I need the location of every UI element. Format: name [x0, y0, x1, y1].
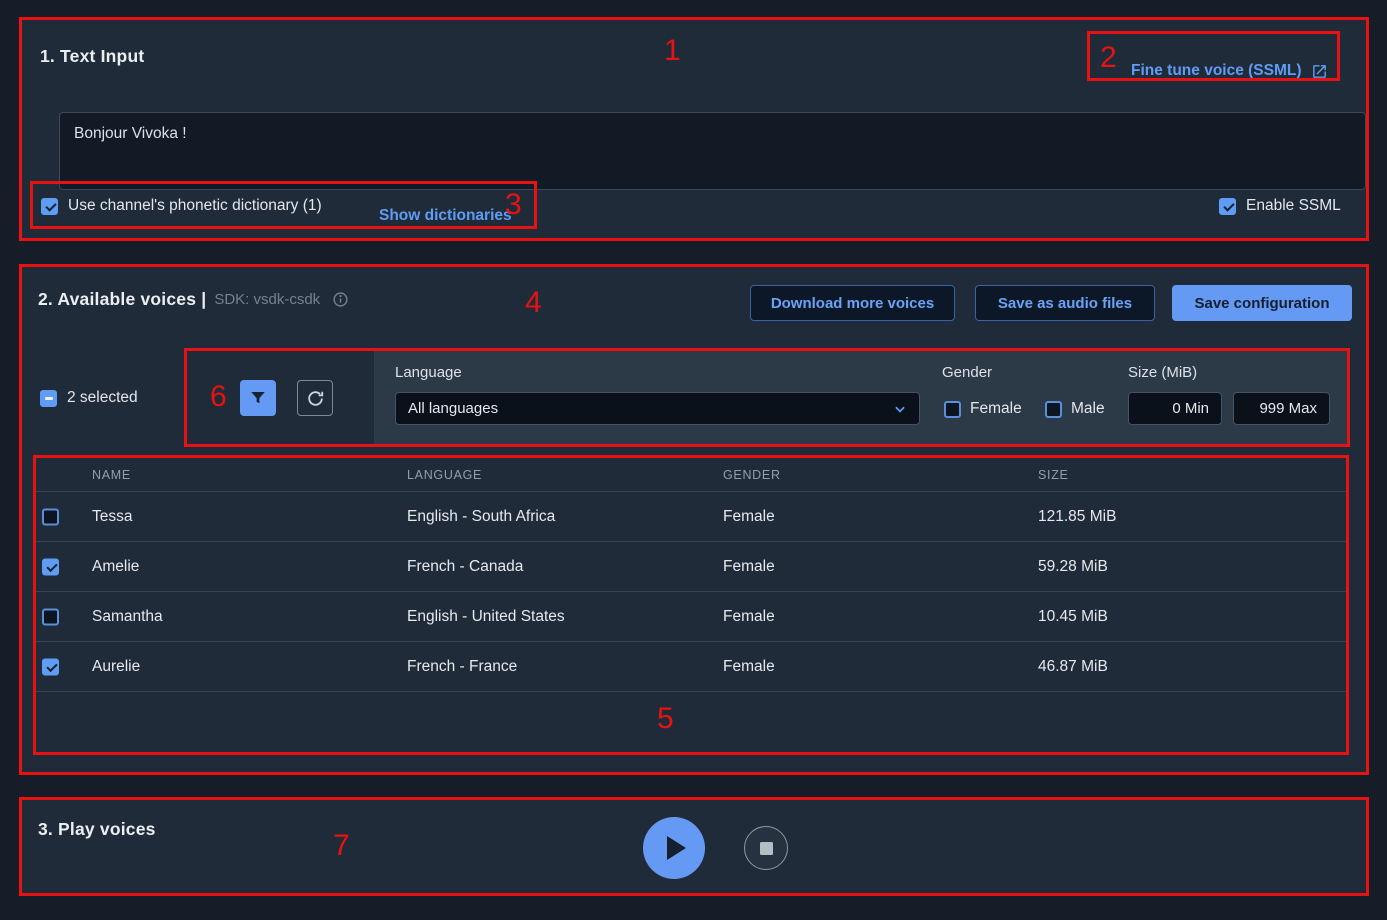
- table-row[interactable]: Tessa English - South Africa Female 121.…: [36, 492, 1346, 542]
- sdk-label: SDK: vsdk-csdk: [214, 291, 320, 308]
- text-input-title: 1. Text Input: [40, 46, 144, 67]
- phonetic-dictionary-checkbox[interactable]: [41, 198, 58, 215]
- tts-page: 1. Text Input Fine tune voice (SSML) Bon…: [0, 0, 1387, 920]
- male-filter-checkbox[interactable]: [1045, 401, 1062, 418]
- column-header-gender[interactable]: GENDER: [723, 468, 781, 482]
- filter-panel: Language All languages Gender Female Mal…: [374, 351, 1347, 444]
- size-min-input[interactable]: 0 Min: [1128, 392, 1222, 425]
- chevron-down-icon: [893, 402, 907, 416]
- table-row[interactable]: Samantha English - United States Female …: [36, 592, 1346, 642]
- language-select-value: All languages: [408, 400, 498, 417]
- voice-language: French - France: [407, 658, 517, 676]
- refresh-arrow-icon: [306, 389, 325, 408]
- show-dictionaries-link[interactable]: Show dictionaries: [379, 207, 512, 225]
- selected-count-label: 2 selected: [67, 389, 138, 407]
- voices-table-body: Tessa English - South Africa Female 121.…: [36, 492, 1346, 692]
- available-voices-title: 2. Available voices |: [38, 289, 206, 310]
- fine-tune-voice-label: Fine tune voice (SSML): [1131, 62, 1302, 80]
- enable-ssml-label: Enable SSML: [1246, 197, 1341, 215]
- filter-button[interactable]: [240, 380, 276, 416]
- column-header-name[interactable]: NAME: [92, 468, 131, 482]
- text-input-field[interactable]: Bonjour Vivoka !: [59, 112, 1366, 190]
- language-select[interactable]: All languages: [395, 392, 920, 425]
- play-button[interactable]: [643, 817, 705, 879]
- female-filter-checkbox[interactable]: [944, 401, 961, 418]
- text-input-section: 1. Text Input Fine tune voice (SSML) Bon…: [19, 17, 1369, 241]
- voice-size: 46.87 MiB: [1038, 658, 1108, 676]
- column-header-size[interactable]: SIZE: [1038, 468, 1069, 482]
- play-triangle-icon: [667, 836, 686, 860]
- female-filter-label: Female: [970, 400, 1022, 418]
- voice-name: Aurelie: [92, 658, 140, 676]
- column-header-language[interactable]: LANGUAGE: [407, 468, 482, 482]
- row-checkbox[interactable]: [42, 558, 59, 575]
- row-checkbox[interactable]: [42, 508, 59, 525]
- voice-language: French - Canada: [407, 558, 523, 576]
- voice-gender: Female: [723, 558, 775, 576]
- voice-name: Amelie: [92, 558, 139, 576]
- voice-size: 121.85 MiB: [1038, 508, 1116, 526]
- select-all-voices-checkbox[interactable]: [40, 390, 57, 407]
- enable-ssml-checkbox[interactable]: [1219, 198, 1236, 215]
- voice-gender: Female: [723, 608, 775, 626]
- gender-filter-label: Gender: [942, 364, 992, 381]
- voice-language: English - South Africa: [407, 508, 555, 526]
- open-in-new-icon: [1311, 63, 1328, 80]
- table-row[interactable]: Amelie French - Canada Female 59.28 MiB: [36, 542, 1346, 592]
- stop-button[interactable]: [744, 826, 788, 870]
- stop-square-icon: [760, 842, 773, 855]
- voice-name: Samantha: [92, 608, 163, 626]
- row-checkbox[interactable]: [42, 608, 59, 625]
- voice-gender: Female: [723, 658, 775, 676]
- table-row[interactable]: Aurelie French - France Female 46.87 MiB: [36, 642, 1346, 692]
- info-circle-icon[interactable]: [332, 291, 349, 308]
- voice-language: English - United States: [407, 608, 565, 626]
- voice-size: 59.28 MiB: [1038, 558, 1108, 576]
- funnel-icon: [249, 389, 267, 407]
- refresh-button[interactable]: [297, 380, 333, 416]
- voice-size: 10.45 MiB: [1038, 608, 1108, 626]
- voice-gender: Female: [723, 508, 775, 526]
- voice-name: Tessa: [92, 508, 133, 526]
- download-more-voices-button[interactable]: Download more voices: [750, 285, 955, 321]
- fine-tune-voice-link[interactable]: Fine tune voice (SSML): [1131, 62, 1328, 80]
- size-max-input[interactable]: 999 Max: [1233, 392, 1330, 425]
- language-filter-label: Language: [395, 364, 462, 381]
- male-filter-label: Male: [1071, 400, 1105, 418]
- size-filter-label: Size (MiB): [1128, 364, 1197, 381]
- row-checkbox[interactable]: [42, 658, 59, 675]
- voices-table-header: NAME LANGUAGE GENDER SIZE: [36, 458, 1346, 492]
- play-voices-title: 3. Play voices: [38, 819, 156, 840]
- save-configuration-button[interactable]: Save configuration: [1172, 285, 1352, 321]
- save-as-audio-files-button[interactable]: Save as audio files: [975, 285, 1155, 321]
- phonetic-dictionary-label: Use channel's phonetic dictionary (1): [68, 197, 322, 215]
